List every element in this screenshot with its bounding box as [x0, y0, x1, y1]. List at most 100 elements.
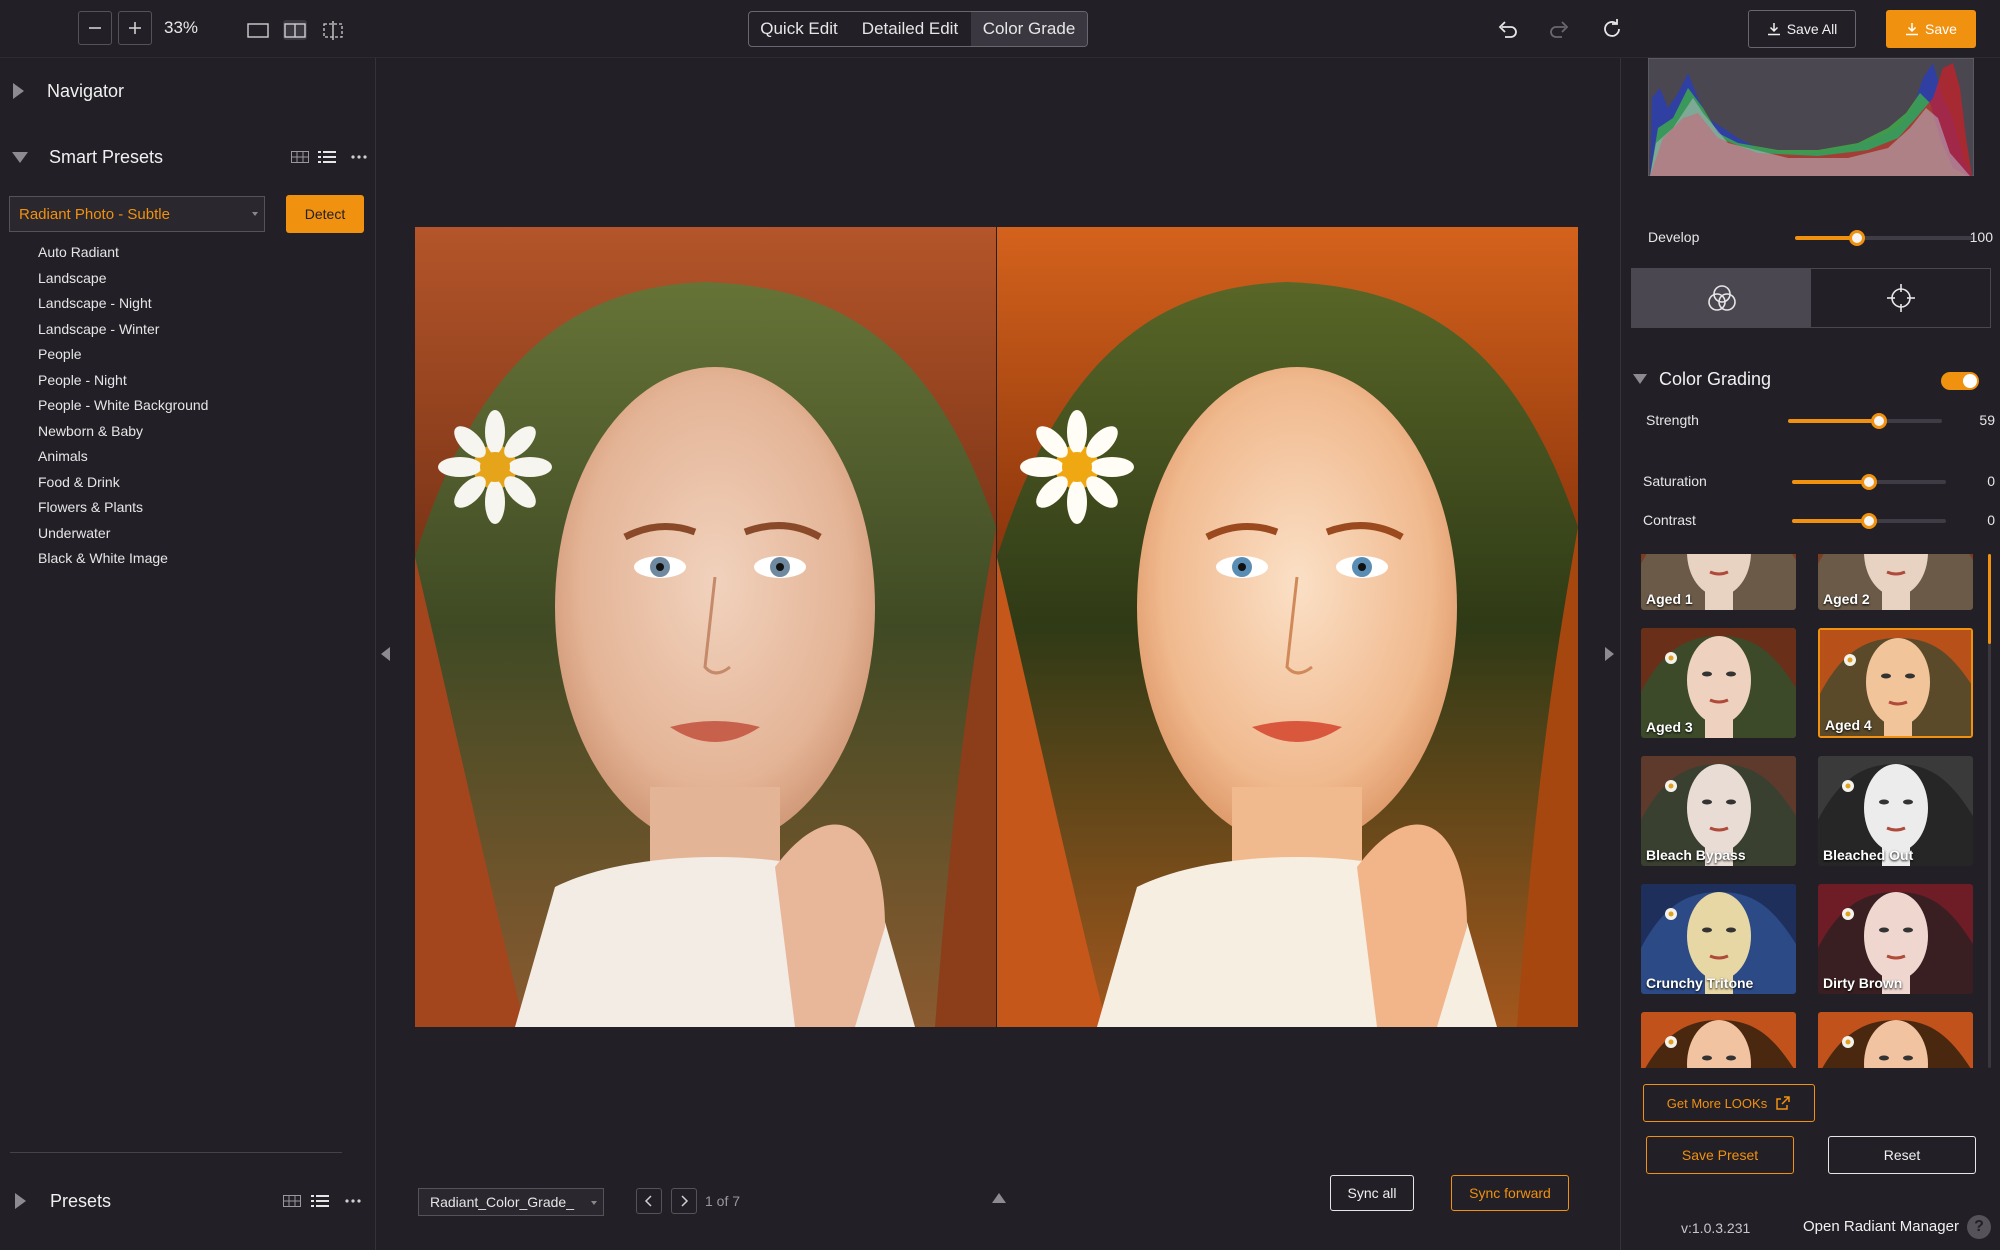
develop-track[interactable]	[1795, 230, 1973, 246]
previous-image-button[interactable]	[636, 1188, 662, 1214]
split-view-button[interactable]	[283, 20, 307, 40]
saturation-label: Saturation	[1643, 473, 1707, 489]
expand-icon	[13, 83, 24, 99]
save-button[interactable]: Save	[1886, 10, 1976, 48]
develop-knob[interactable]	[1848, 230, 1865, 246]
develop-slider: Develop 100	[1621, 226, 2000, 250]
strength-slider: Strength 59	[1621, 409, 2000, 433]
contrast-value: 0	[1987, 512, 1995, 528]
file-dropdown[interactable]: Radiant_Color_Grade_	[418, 1188, 604, 1216]
list-item[interactable]: Black & White Image	[38, 546, 208, 572]
smart-presets-list: Auto Radiant Landscape Landscape - Night…	[38, 240, 208, 572]
looks-grid: Aged 1 Aged 2 Aged 3 Aged 4 Bleach Bypas…	[1641, 554, 1987, 1068]
after-image[interactable]	[997, 227, 1578, 1027]
help-icon[interactable]: ?	[1967, 1215, 1991, 1239]
chevron-down-icon	[591, 1201, 597, 1205]
global-grading-tab[interactable]	[1632, 269, 1811, 327]
redo-button[interactable]	[1544, 14, 1574, 44]
undo-icon	[1498, 21, 1517, 38]
list-view-button[interactable]	[310, 1193, 330, 1209]
save-preset-button[interactable]: Save Preset	[1646, 1136, 1794, 1174]
list-item[interactable]: Flowers & Plants	[38, 495, 208, 521]
tab-quick-edit[interactable]: Quick Edit	[749, 12, 849, 46]
open-radiant-manager-link[interactable]: Open Radiant Manager	[1803, 1218, 1959, 1235]
saturation-knob[interactable]	[1861, 474, 1877, 490]
list-item[interactable]: People - White Background	[38, 393, 208, 419]
list-item[interactable]: Newborn & Baby	[38, 419, 208, 445]
look-thumbnail[interactable]: Bleached Out	[1818, 756, 1973, 866]
look-thumbnail[interactable]: Aged 1	[1641, 554, 1796, 610]
before-image[interactable]	[415, 227, 996, 1027]
grid-view-button[interactable]	[290, 150, 310, 164]
smart-preset-dropdown[interactable]: Radiant Photo - Subtle	[9, 196, 265, 232]
looks-scrollbar[interactable]	[1988, 554, 1991, 1068]
list-view-button[interactable]	[317, 149, 337, 165]
list-item[interactable]: People - Night	[38, 368, 208, 394]
look-thumbnail[interactable]: Bleach Bypass	[1641, 756, 1796, 866]
zoom-out-button[interactable]	[78, 11, 112, 45]
look-thumbnail[interactable]	[1641, 1012, 1796, 1068]
look-thumbnail[interactable]: Aged 2	[1818, 554, 1973, 610]
list-item[interactable]: Food & Drink	[38, 470, 208, 496]
save-label: Save	[1925, 21, 1957, 37]
smart-preset-value: Radiant Photo - Subtle	[19, 205, 170, 223]
download-icon	[1767, 23, 1780, 36]
strength-track[interactable]	[1788, 413, 1942, 429]
zoom-in-button[interactable]	[118, 11, 152, 45]
single-view-button[interactable]	[246, 20, 270, 40]
refresh-icon	[1604, 19, 1620, 37]
look-thumbnail[interactable]: Aged 3	[1641, 628, 1796, 738]
detect-button[interactable]: Detect	[286, 195, 364, 233]
zoom-level: 33%	[164, 18, 199, 37]
list-item[interactable]: Landscape - Winter	[38, 317, 208, 343]
external-link-icon	[1776, 1096, 1790, 1110]
image-workspace: Radiant_Color_Grade_ 1 of 7 Sync all Syn…	[377, 58, 1619, 1250]
scrollbar-thumb[interactable]	[1988, 554, 1991, 644]
more-options-button[interactable]	[349, 150, 369, 164]
look-thumbnail[interactable]	[1818, 1012, 1973, 1068]
local-grading-tab[interactable]	[1811, 269, 1990, 327]
reset-button[interactable]: Reset	[1828, 1136, 1976, 1174]
grid-view-icon	[283, 1195, 301, 1207]
contrast-knob[interactable]	[1861, 513, 1877, 529]
left-panel: Navigator Smart Presets Radiant Photo - …	[0, 58, 376, 1250]
contrast-slider: Contrast 0	[1621, 509, 2000, 533]
list-item[interactable]: Landscape - Night	[38, 291, 208, 317]
file-name: Radiant_Color_Grade_	[430, 1194, 574, 1210]
next-image-button[interactable]	[671, 1188, 697, 1214]
histogram	[1648, 58, 1974, 176]
portrait-after-photo	[997, 227, 1578, 1027]
list-item[interactable]: Animals	[38, 444, 208, 470]
saturation-track[interactable]	[1792, 474, 1946, 490]
collapse-left-panel-button[interactable]	[381, 647, 390, 661]
develop-label: Develop	[1648, 229, 1700, 245]
sync-all-button[interactable]: Sync all	[1330, 1175, 1414, 1211]
list-item[interactable]: Underwater	[38, 521, 208, 547]
grid-view-button[interactable]	[282, 1194, 302, 1208]
reset-all-button[interactable]	[1597, 14, 1627, 44]
tab-detailed-edit[interactable]: Detailed Edit	[849, 12, 971, 46]
collapse-right-panel-button[interactable]	[1605, 647, 1614, 661]
color-grading-toggle[interactable]	[1941, 372, 1979, 390]
color-grading-header[interactable]: Color Grading	[1631, 364, 1991, 394]
get-more-looks-button[interactable]: Get More LOOKs	[1643, 1084, 1815, 1122]
expand-icon	[15, 1193, 26, 1209]
navigator-header[interactable]: Navigator	[0, 71, 376, 111]
saturation-slider: Saturation 0	[1621, 470, 2000, 494]
save-all-button[interactable]: Save All	[1748, 10, 1856, 48]
look-thumbnail[interactable]: Dirty Brown	[1818, 884, 1973, 994]
grading-mode-switch	[1631, 268, 1991, 328]
list-item[interactable]: People	[38, 342, 208, 368]
look-thumbnail[interactable]: Crunchy Tritone	[1641, 884, 1796, 994]
more-options-button[interactable]	[343, 1194, 363, 1208]
undo-button[interactable]	[1493, 14, 1523, 44]
collapse-icon	[12, 151, 28, 163]
look-thumbnail[interactable]: Aged 4	[1818, 628, 1973, 738]
sync-forward-button[interactable]: Sync forward	[1451, 1175, 1569, 1211]
strength-knob[interactable]	[1870, 413, 1887, 429]
list-item[interactable]: Auto Radiant	[38, 240, 208, 266]
tab-color-grade[interactable]: Color Grade	[971, 12, 1087, 46]
crop-view-button[interactable]	[321, 20, 345, 40]
contrast-track[interactable]	[1792, 513, 1946, 529]
list-item[interactable]: Landscape	[38, 266, 208, 292]
